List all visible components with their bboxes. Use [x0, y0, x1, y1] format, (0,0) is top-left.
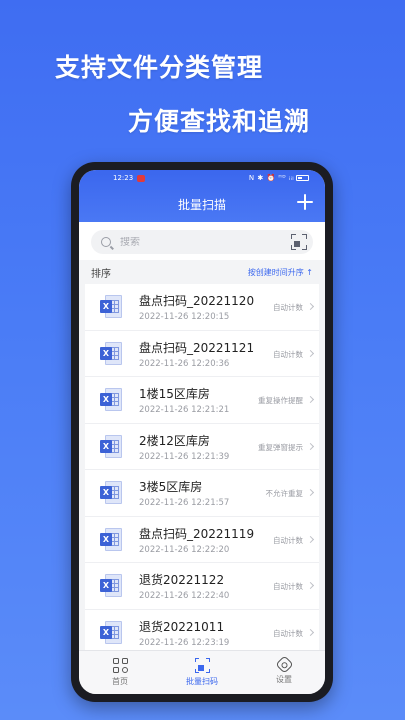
excel-file-icon: X: [100, 295, 122, 318]
file-list-item[interactable]: X 退货20221122 2022-11-26 12:22:40 自动计数: [85, 563, 319, 610]
settings-icon: [274, 655, 294, 674]
chevron-right-icon: [306, 349, 315, 357]
nav-label: 首页: [112, 677, 128, 686]
excel-file-icon: X: [100, 574, 122, 597]
file-mode-tag: 不允许重复: [265, 489, 304, 498]
file-list-item[interactable]: X 盘点扫码_20221120 2022-11-26 12:20:15 自动计数: [85, 284, 319, 331]
excel-file-icon: X: [100, 341, 122, 365]
search-icon: [101, 237, 111, 247]
battery-icon: [296, 175, 309, 181]
file-time: 2022-11-26 12:21:21: [139, 405, 230, 415]
file-time: 2022-11-26 12:22:40: [139, 591, 230, 601]
chevron-right-icon: [306, 581, 315, 590]
nav-home[interactable]: 首页: [79, 651, 161, 694]
bottom-nav: 首页 批量扫码 设置: [79, 650, 325, 694]
search-bar[interactable]: [91, 230, 313, 254]
plus-icon[interactable]: [295, 192, 315, 212]
excel-file-icon: X: [100, 527, 122, 551]
home-grid-icon: [112, 658, 128, 673]
excel-file-icon: X: [100, 620, 122, 644]
file-mode-tag: 重复弹窗提示: [258, 442, 303, 452]
nav-label: 设置: [276, 675, 292, 684]
app-header: 12:23 N ✱ ⏰ ᴴᴰ ᵢᵢₗ 批量扫描: [79, 170, 325, 222]
file-list-item[interactable]: X 盘点扫码_20221119 2022-11-26 12:22:20 自动计数: [85, 516, 319, 563]
file-mode-tag: 自动计数: [273, 582, 303, 591]
file-mode-tag: 自动计数: [273, 535, 303, 545]
page-title: 批量扫描: [177, 198, 226, 212]
nav-settings[interactable]: 设置: [243, 651, 325, 694]
file-name: 3楼5区库房: [139, 480, 203, 494]
sort-order-toggle[interactable]: 按创建时间升序 ↑: [248, 267, 313, 278]
file-mode-tag: 自动计数: [273, 628, 303, 638]
file-name: 1楼15区库房: [139, 387, 210, 401]
file-name: 盘点扫码_20221121: [139, 340, 255, 355]
file-name: 退货20221122: [139, 573, 225, 587]
nav-label: 批量扫码: [186, 677, 218, 686]
notification-icon: [137, 174, 146, 182]
status-bar: 12:23 N ✱ ⏰ ᴴᴰ ᵢᵢₗ: [79, 170, 325, 186]
file-mode-tag: 重复操作提醒: [258, 396, 303, 405]
file-time: 2022-11-26 12:21:39: [139, 451, 230, 462]
promo-headline-1: 支持文件分类管理: [55, 53, 264, 82]
sort-bar: 排序 按创建时间升序 ↑: [79, 260, 325, 284]
file-time: 2022-11-26 12:20:15: [139, 312, 230, 322]
chevron-right-icon: [306, 302, 315, 311]
app-screen: 12:23 N ✱ ⏰ ᴴᴰ ᵢᵢₗ 批量扫描 排序: [79, 170, 325, 694]
file-list-item[interactable]: X 2楼12区库房 2022-11-26 12:21:39 重复弹窗提示: [85, 423, 319, 470]
file-name: 2楼12区库房: [139, 433, 210, 448]
sort-label: 排序: [91, 268, 111, 280]
promo-headline-2: 方便查找和追溯: [128, 107, 311, 136]
status-time: 12:23: [113, 174, 134, 182]
search-input[interactable]: [120, 236, 270, 248]
chevron-right-icon: [306, 442, 315, 450]
status-indicators: N ✱ ⏰ ᴴᴰ ᵢᵢₗ: [248, 174, 294, 182]
file-list-item[interactable]: X 3楼5区库房 2022-11-26 12:21:57 不允许重复: [85, 470, 319, 517]
file-time: 2022-11-26 12:22:20: [139, 544, 230, 555]
file-time: 2022-11-26 12:20:36: [139, 358, 230, 369]
file-time: 2022-11-26 12:21:57: [139, 498, 230, 508]
file-name: 盘点扫码_20221120: [139, 294, 255, 308]
excel-file-icon: X: [100, 434, 122, 458]
chevron-right-icon: [306, 488, 315, 497]
chevron-right-icon: [306, 628, 315, 636]
scan-frame-icon[interactable]: [291, 234, 307, 250]
excel-file-icon: X: [100, 481, 122, 504]
file-name: 盘点扫码_20221119: [139, 526, 255, 541]
nav-batch-scan[interactable]: 批量扫码: [161, 651, 243, 694]
file-mode-tag: 自动计数: [273, 303, 303, 312]
chevron-right-icon: [306, 535, 315, 543]
chevron-right-icon: [306, 395, 315, 404]
phone-frame: 12:23 N ✱ ⏰ ᴴᴰ ᵢᵢₗ 批量扫描 排序: [71, 162, 333, 702]
file-name: 退货20221011: [139, 619, 225, 634]
file-mode-tag: 自动计数: [273, 349, 303, 359]
file-list-item[interactable]: X 盘点扫码_20221121 2022-11-26 12:20:36 自动计数: [85, 330, 319, 377]
search-container: [79, 222, 325, 260]
file-time: 2022-11-26 12:23:19: [139, 637, 230, 648]
file-list-item[interactable]: X 1楼15区库房 2022-11-26 12:21:21 重复操作提醒: [85, 377, 319, 424]
file-list: X 盘点扫码_20221120 2022-11-26 12:20:15 自动计数…: [79, 284, 325, 656]
scan-icon: [194, 658, 210, 673]
excel-file-icon: X: [100, 388, 122, 411]
